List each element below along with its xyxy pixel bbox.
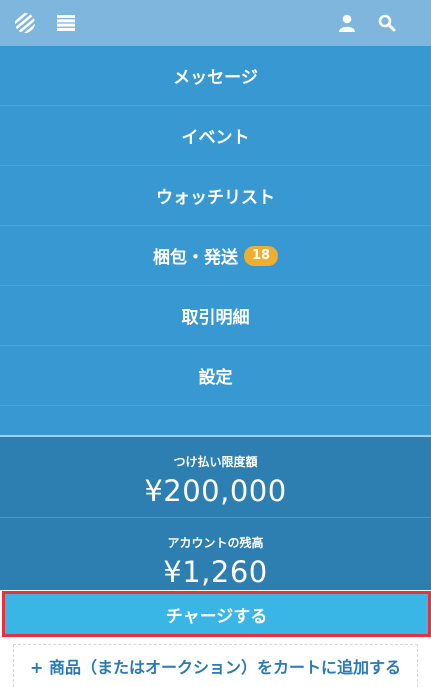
account-balance-block: アカウントの残高 ¥1,260 — [0, 534, 431, 589]
account-balance-label: アカウントの残高 — [167, 536, 264, 550]
menu-item-packing-shipping[interactable]: 梱包・発送 18 — [0, 226, 431, 286]
top-bar — [0, 0, 431, 46]
menu-item-label: 梱包・発送 — [152, 248, 238, 268]
menu-item-label: 設定 — [198, 368, 233, 388]
credit-limit-block: つけ払い限度額 ¥200,000 — [0, 453, 431, 508]
credit-limit-label: つけ払い限度額 — [173, 455, 258, 469]
menu-item-label: ウォッチリスト — [156, 188, 275, 208]
logo-icon[interactable] — [12, 0, 38, 46]
add-to-cart-link[interactable]: + 商品（またはオークション）をカートに追加する — [13, 644, 418, 687]
charge-button[interactable]: チャージする — [2, 591, 431, 637]
hamburger-menu-icon[interactable] — [54, 0, 78, 46]
menu-item-label: 取引明細 — [181, 308, 250, 328]
search-icon[interactable] — [374, 0, 400, 46]
menu-item-watchlist[interactable]: ウォッチリスト — [0, 166, 431, 226]
count-badge: 18 — [243, 245, 279, 266]
menu-item-events[interactable]: イベント — [0, 106, 431, 166]
menu-item-label: イベント — [181, 128, 250, 148]
balance-panel: つけ払い限度額 ¥200,000 アカウントの残高 ¥1,260 — [0, 437, 431, 590]
menu-item-label: メッセージ — [173, 68, 258, 88]
menu-item-transactions[interactable]: 取引明細 — [0, 286, 431, 346]
user-icon[interactable] — [334, 0, 360, 46]
account-balance-value: ¥1,260 — [163, 555, 268, 589]
striped-globe-logo-icon — [15, 13, 35, 33]
charge-button-label: チャージする — [165, 606, 268, 627]
menu-item-messages[interactable]: メッセージ — [0, 46, 431, 106]
add-to-cart-label: + 商品（またはオークション）をカートに追加する — [30, 658, 401, 677]
menu-item-settings[interactable]: 設定 — [0, 346, 431, 406]
account-menu: メッセージ イベント ウォッチリスト 梱包・発送 18 取引明細 設定 — [0, 46, 431, 436]
balance-separator — [0, 517, 431, 518]
credit-limit-value: ¥200,000 — [144, 474, 287, 508]
